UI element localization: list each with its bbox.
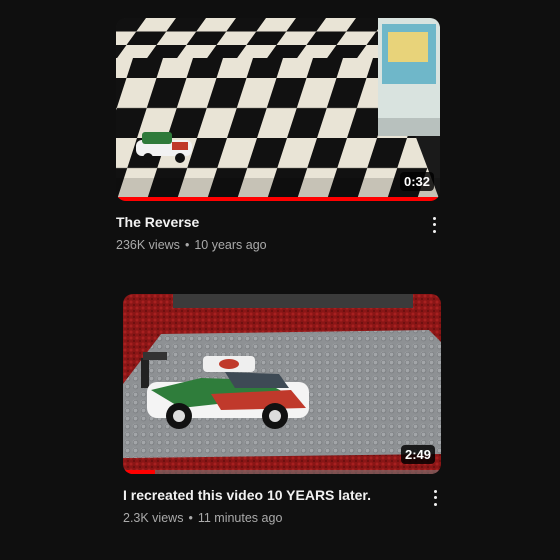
checkerboard-floor-thumbnail-image: [116, 18, 440, 201]
more-options-icon[interactable]: [427, 488, 443, 508]
video-meta: I recreated this video 10 YEARS later. 2…: [123, 486, 441, 526]
meta-separator: •: [184, 238, 190, 252]
view-count: 236K views: [116, 238, 180, 252]
watch-progress-track: [123, 470, 441, 474]
video-card[interactable]: 2:49 I recreated this video 10 YEARS lat…: [123, 294, 441, 526]
video-duration-badge: 2:49: [400, 445, 435, 464]
watch-progress-bar: [123, 470, 155, 474]
upload-age: 11 minutes ago: [197, 511, 283, 525]
video-meta: The Reverse 236K views • 10 years ago: [116, 213, 440, 253]
view-count: 2.3K views: [123, 511, 184, 525]
video-title[interactable]: The Reverse: [116, 213, 440, 231]
video-card[interactable]: 0:32 The Reverse 236K views • 10 years ago: [116, 18, 440, 253]
meta-separator: •: [188, 511, 193, 525]
watch-progress-track: [116, 197, 440, 201]
watch-progress-bar: [116, 197, 440, 201]
video-stats: 236K views • 10 years ago: [116, 237, 440, 253]
lego-car-thumbnail-image: [123, 294, 441, 474]
video-duration-badge: 0:32: [399, 172, 434, 191]
video-title[interactable]: I recreated this video 10 YEARS later.: [123, 486, 441, 504]
video-thumbnail[interactable]: 0:32: [116, 18, 440, 201]
video-thumbnail[interactable]: 2:49: [123, 294, 441, 474]
upload-age: 10 years ago: [194, 238, 267, 252]
video-stats: 2.3K views • 11 minutes ago: [123, 510, 441, 526]
more-options-icon[interactable]: [426, 215, 442, 235]
